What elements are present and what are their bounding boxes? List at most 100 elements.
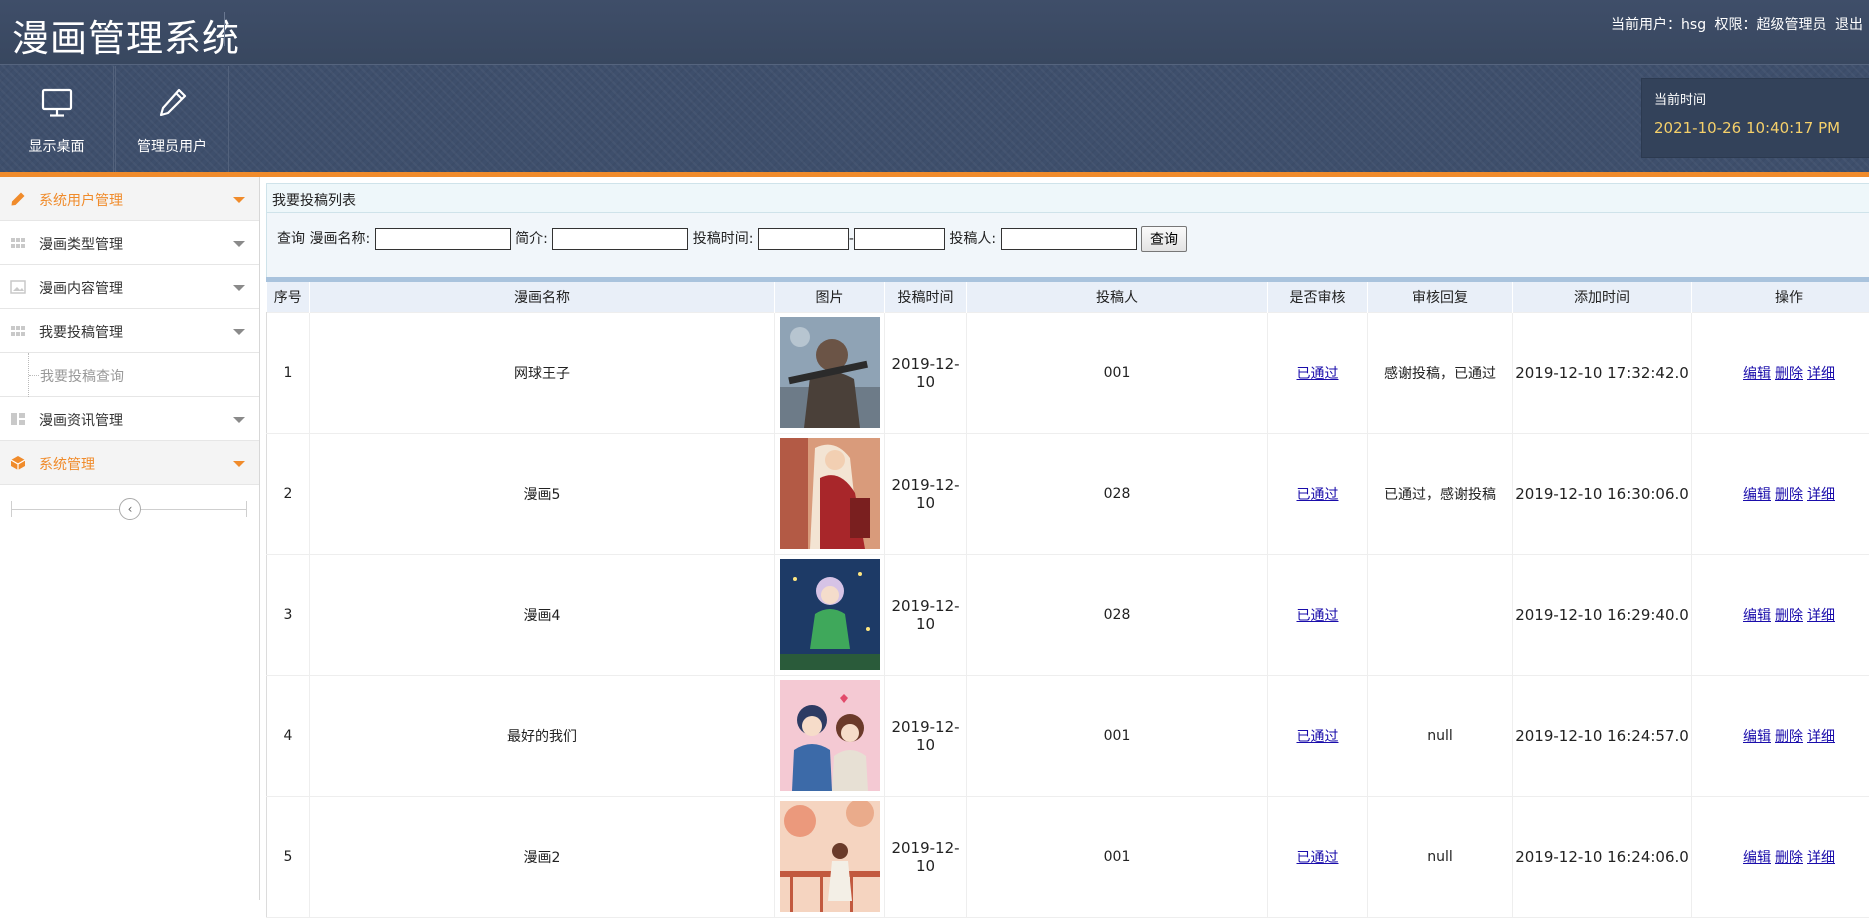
grid-icon xyxy=(10,235,26,251)
edit-link[interactable]: 编辑 xyxy=(1743,366,1771,382)
col-header-name: 漫画名称 xyxy=(310,282,775,312)
delete-link[interactable]: 删除 xyxy=(1775,608,1803,624)
pencil-icon xyxy=(10,191,26,207)
query-button[interactable]: 查询 xyxy=(1141,226,1187,252)
edit-link[interactable]: 编辑 xyxy=(1743,608,1771,624)
status-link[interactable]: 已通过 xyxy=(1297,850,1339,866)
cell-added-time: 2019-12-10 16:29:40.0 xyxy=(1513,554,1692,675)
status-link[interactable]: 已通过 xyxy=(1297,366,1339,382)
cell-no: 3 xyxy=(267,554,310,675)
table-row: 2 漫画5 2019-12-10 028 已通过 已通过，感谢投稿 xyxy=(267,433,1869,554)
cell-added-time: 2019-12-10 17:32:42.0 xyxy=(1513,312,1692,433)
delete-link[interactable]: 删除 xyxy=(1775,850,1803,866)
chevron-down-icon xyxy=(233,461,245,467)
detail-link[interactable]: 详细 xyxy=(1807,366,1835,382)
edit-link[interactable]: 编辑 xyxy=(1743,729,1771,745)
cell-reply xyxy=(1368,554,1513,675)
sidebar-item-comic-types[interactable]: 漫画类型管理 xyxy=(0,221,259,265)
table-row: 3 漫画4 2019-12-10 028 已通过 2019-12- xyxy=(267,554,1869,675)
sidebar-item-comic-content[interactable]: 漫画内容管理 xyxy=(0,265,259,309)
show-desktop-label: 显示桌面 xyxy=(0,136,113,156)
cell-submit-time: 2019-12-10 xyxy=(885,675,967,796)
tree-branch xyxy=(29,375,39,376)
cell-no: 1 xyxy=(267,312,310,433)
chevron-down-icon xyxy=(233,197,245,203)
cell-status: 已通过 xyxy=(1268,554,1368,675)
delete-link[interactable]: 删除 xyxy=(1775,729,1803,745)
cell-no: 2 xyxy=(267,433,310,554)
edit-link[interactable]: 编辑 xyxy=(1743,487,1771,503)
cell-no: 4 xyxy=(267,675,310,796)
app-title: 漫画管理系统 xyxy=(12,8,240,62)
submit-time-end-input[interactable] xyxy=(854,228,945,250)
cell-image xyxy=(775,554,885,675)
comic-thumbnail xyxy=(780,801,880,912)
main-content: 我要投稿列表 查询 漫画名称: 简介: 投稿时间: - 投稿人: 查询 序号 漫… xyxy=(266,183,1869,900)
sidebar-item-label: 系统用户管理 xyxy=(39,190,123,210)
monitor-icon xyxy=(40,86,74,120)
submitter-input[interactable] xyxy=(1001,228,1137,250)
submit-time-label: 投稿时间: xyxy=(693,231,754,247)
cell-status: 已通过 xyxy=(1268,675,1368,796)
cell-reply: 感谢投稿，已通过 xyxy=(1368,312,1513,433)
sidebar-item-comic-news[interactable]: 漫画资讯管理 xyxy=(0,397,259,441)
sidebar-subitem-label: 我要投稿查询 xyxy=(40,366,124,386)
chevron-down-icon xyxy=(233,329,245,335)
status-link[interactable]: 已通过 xyxy=(1297,487,1339,503)
chevron-left-icon: ‹ xyxy=(128,502,133,516)
cell-submitter: 001 xyxy=(967,796,1268,917)
comic-name-input[interactable] xyxy=(375,228,511,250)
cell-name: 漫画2 xyxy=(310,796,775,917)
detail-link[interactable]: 详细 xyxy=(1807,608,1835,624)
show-desktop-button[interactable]: 显示桌面 xyxy=(0,66,114,173)
detail-link[interactable]: 详细 xyxy=(1807,850,1835,866)
status-link[interactable]: 已通过 xyxy=(1297,729,1339,745)
cell-status: 已通过 xyxy=(1268,433,1368,554)
submission-table: 序号 漫画名称 图片 投稿时间 投稿人 是否审核 审核回复 添加时间 操作 1 … xyxy=(266,282,1869,918)
status-link[interactable]: 已通过 xyxy=(1297,608,1339,624)
col-header-actions: 操作 xyxy=(1692,282,1869,312)
divider-tick xyxy=(246,501,247,517)
table-row: 1 网球王子 2019-12-10 001 已通过 感谢投稿，已通过 xyxy=(267,312,1869,433)
user-info: 当前用户：hsg 权限：超级管理员 退出 xyxy=(1607,14,1863,34)
divider-tick xyxy=(11,501,12,517)
sidebar-item-submission-manage[interactable]: 我要投稿管理 xyxy=(0,309,259,353)
detail-link[interactable]: 详细 xyxy=(1807,487,1835,503)
cell-submit-time: 2019-12-10 xyxy=(885,312,967,433)
image-icon xyxy=(10,279,26,295)
chevron-down-icon xyxy=(233,417,245,423)
sidebar-item-system-manage[interactable]: 系统管理 xyxy=(0,441,259,485)
collapse-sidebar-button[interactable]: ‹ xyxy=(119,498,141,520)
panel-title: 我要投稿列表 xyxy=(266,183,1869,213)
cell-reply: null xyxy=(1368,675,1513,796)
delete-link[interactable]: 删除 xyxy=(1775,487,1803,503)
cell-submit-time: 2019-12-10 xyxy=(885,796,967,917)
sidebar-collapse-row: ‹ xyxy=(0,485,259,533)
detail-link[interactable]: 详细 xyxy=(1807,729,1835,745)
cell-name: 网球王子 xyxy=(310,312,775,433)
user-role: 权限：超级管理员 xyxy=(1715,17,1827,33)
current-user: 当前用户：hsg xyxy=(1611,17,1706,33)
box-icon xyxy=(10,455,26,471)
logout-link[interactable]: 退出 xyxy=(1835,17,1863,33)
col-header-image: 图片 xyxy=(775,282,885,312)
col-header-submit-time: 投稿时间 xyxy=(885,282,967,312)
submit-time-start-input[interactable] xyxy=(758,228,849,250)
cell-name: 漫画4 xyxy=(310,554,775,675)
table-row: 4 最好的我们 2019-12-10 001 已 xyxy=(267,675,1869,796)
sidebar-item-system-users[interactable]: 系统用户管理 xyxy=(0,177,259,221)
cell-no: 5 xyxy=(267,796,310,917)
header-accent-line xyxy=(0,172,1869,177)
cell-actions: 编辑删除详细 xyxy=(1692,675,1869,796)
cell-actions: 编辑删除详细 xyxy=(1692,433,1869,554)
comic-thumbnail xyxy=(780,438,880,549)
intro-input[interactable] xyxy=(552,228,688,250)
delete-link[interactable]: 删除 xyxy=(1775,366,1803,382)
sidebar-subitem-submission-query[interactable]: 我要投稿查询 xyxy=(0,353,259,397)
admin-user-button[interactable]: 管理员用户 xyxy=(115,66,229,173)
edit-link[interactable]: 编辑 xyxy=(1743,850,1771,866)
cell-added-time: 2019-12-10 16:30:06.0 xyxy=(1513,433,1692,554)
col-header-reply: 审核回复 xyxy=(1368,282,1513,312)
comic-thumbnail xyxy=(780,680,880,791)
chevron-down-icon xyxy=(233,285,245,291)
